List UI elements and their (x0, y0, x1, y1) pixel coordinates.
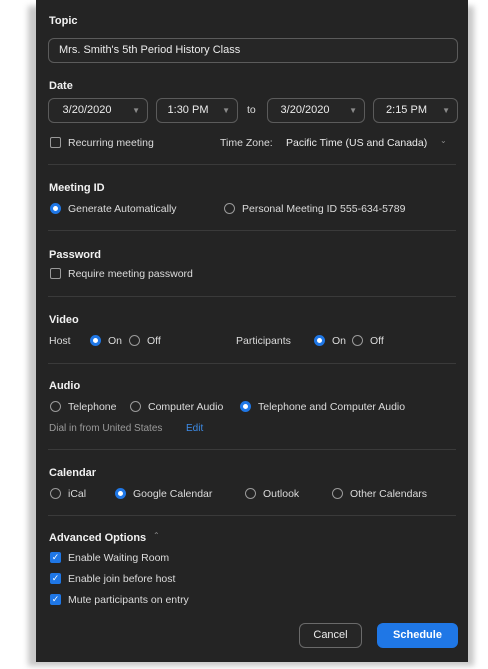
advanced-options-toggle[interactable]: Advanced Options (49, 532, 146, 544)
end-date-select[interactable]: 3/20/2020 ▼ (267, 98, 365, 123)
audio-telephone-label: Telephone (68, 401, 117, 413)
calendar-outlook-label: Outlook (263, 488, 300, 500)
divider (48, 230, 456, 231)
chevron-down-icon: ⌄ (440, 136, 447, 145)
radio-participants-video-on[interactable] (314, 335, 325, 346)
dial-in-edit-link[interactable]: Edit (186, 423, 203, 434)
chevron-down-icon: ▼ (132, 106, 140, 115)
host-off-label: Off (147, 335, 161, 347)
participants-on-label: On (332, 335, 347, 347)
checkmark-icon: ✓ (51, 594, 60, 604)
topic-heading: Topic (49, 15, 78, 27)
dial-in-text: Dial in from United States (49, 423, 163, 434)
divider (48, 296, 456, 297)
checkmark-icon: ✓ (51, 573, 60, 583)
calendar-heading: Calendar (49, 467, 97, 479)
calendar-other-label: Other Calendars (350, 488, 428, 500)
radio-audio-computer[interactable] (130, 401, 141, 412)
schedule-button[interactable]: Schedule (377, 623, 458, 648)
audio-telephone-and-computer-label: Telephone and Computer Audio (258, 401, 406, 413)
radio-calendar-other[interactable] (332, 488, 343, 499)
chevron-down-icon: ▼ (222, 106, 230, 115)
radio-personal-meeting-id[interactable] (224, 203, 235, 214)
radio-host-video-on[interactable] (90, 335, 101, 346)
start-date-select[interactable]: 3/20/2020 ▼ (48, 98, 148, 123)
participants-off-label: Off (370, 335, 384, 347)
checkmark-icon: ✓ (51, 552, 60, 562)
topic-input[interactable]: Mrs. Smith's 5th Period History Class (48, 38, 458, 63)
require-password-label: Require meeting password (68, 268, 193, 280)
video-heading: Video (49, 314, 79, 326)
recurring-checkbox[interactable] (50, 137, 61, 148)
end-date-value: 3/20/2020 (280, 104, 330, 116)
divider (48, 363, 456, 364)
calendar-google-label: Google Calendar (133, 488, 213, 500)
require-password-checkbox[interactable] (50, 268, 61, 279)
password-heading: Password (49, 249, 101, 261)
radio-generate-automatically[interactable] (50, 203, 61, 214)
divider (48, 515, 456, 516)
radio-host-video-off[interactable] (129, 335, 140, 346)
start-time-select[interactable]: 1:30 PM ▼ (156, 98, 238, 123)
join-before-host-label: Enable join before host (68, 573, 176, 585)
waiting-room-label: Enable Waiting Room (68, 552, 170, 564)
radio-calendar-outlook[interactable] (245, 488, 256, 499)
start-date-value: 3/20/2020 (62, 104, 112, 116)
meeting-id-heading: Meeting ID (49, 182, 105, 194)
divider (48, 449, 456, 450)
chevron-down-icon: ▼ (349, 106, 357, 115)
recurring-label: Recurring meeting (68, 137, 154, 149)
host-label: Host (49, 335, 71, 347)
radio-calendar-google[interactable] (115, 488, 126, 499)
audio-heading: Audio (49, 380, 81, 392)
date-heading: Date (49, 80, 73, 92)
host-on-label: On (108, 335, 123, 347)
radio-audio-telephone[interactable] (50, 401, 61, 412)
participants-label: Participants (236, 335, 291, 347)
radio-audio-telephone-and-computer[interactable] (240, 401, 251, 412)
end-time-value: 2:15 PM (386, 104, 427, 116)
calendar-ical-label: iCal (68, 488, 87, 500)
join-before-host-checkbox[interactable]: ✓ (50, 573, 61, 584)
end-time-select[interactable]: 2:15 PM ▼ (373, 98, 458, 123)
start-time-value: 1:30 PM (167, 104, 209, 116)
timezone-select[interactable]: Pacific Time (US and Canada) (286, 137, 427, 149)
timezone-label: Time Zone: (220, 137, 273, 149)
chevron-up-icon[interactable]: ⌃ (153, 531, 160, 540)
waiting-room-checkbox[interactable]: ✓ (50, 552, 61, 563)
date-to-label: to (247, 104, 256, 116)
personal-meeting-id-label: Personal Meeting ID 555-634-5789 (242, 203, 406, 215)
radio-participants-video-off[interactable] (352, 335, 363, 346)
chevron-down-icon: ▼ (442, 106, 450, 115)
radio-calendar-ical[interactable] (50, 488, 61, 499)
generate-automatically-label: Generate Automatically (68, 203, 177, 215)
mute-on-entry-label: Mute participants on entry (68, 594, 189, 606)
divider (48, 164, 456, 165)
audio-computer-label: Computer Audio (148, 401, 224, 413)
cancel-button[interactable]: Cancel (299, 623, 362, 648)
mute-on-entry-checkbox[interactable]: ✓ (50, 594, 61, 605)
schedule-meeting-panel: Topic Mrs. Smith's 5th Period History Cl… (36, 0, 468, 662)
